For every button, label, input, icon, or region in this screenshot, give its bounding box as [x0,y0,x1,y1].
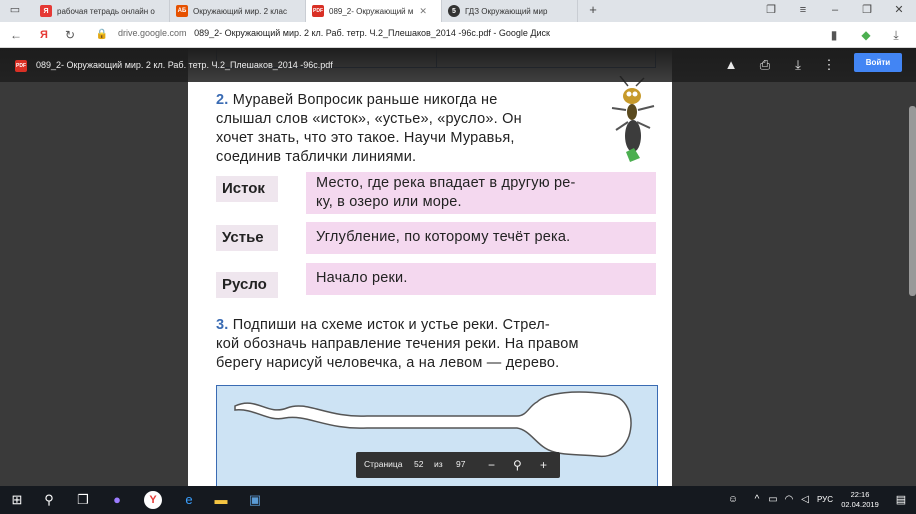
task3-text: Подпиши на схеме исток и устье реки. Стр… [232,317,550,333]
page-label: Страница [364,459,403,469]
language-indicator[interactable]: РУС [814,491,836,509]
page-of: из [434,459,443,469]
clock[interactable]: 22:16 02.04.2019 [836,490,884,510]
definition-2-line-1: Углубление, по которому течёт река. [316,229,571,245]
page-total: 97 [456,459,466,469]
app-icon[interactable]: ▣ [246,491,264,509]
task2-line-3: хочет знать, что это такое. Научи Муравь… [216,130,515,146]
tab-okruzhayushchiy[interactable]: АБ Окружающий мир. 2 клас [170,0,306,22]
zoom-in-icon[interactable]: + [540,458,547,472]
minimize-icon[interactable]: – [828,3,842,17]
definition-1: Место, где река впадает в другую ре- ку,… [306,172,656,214]
download-icon[interactable]: ⤓ [789,56,807,74]
ant-illustration [611,76,655,162]
task-view-icon[interactable]: ❐ [74,491,92,509]
url-domain: drive.google.com [118,28,187,38]
definition-3: Начало реки. [306,263,656,295]
tab-strip: ▭ Я рабочая тетрадь онлайн о АБ Окружающ… [0,0,916,22]
tab-title: Окружающий мир. 2 клас [193,6,287,16]
lock-icon[interactable]: 🔒 [94,27,110,43]
tab-title: ГДЗ Окружающий мир [465,6,548,16]
yandex-logo-icon[interactable]: Я [36,27,52,43]
close-window-icon[interactable]: ✕ [892,3,906,17]
task2-text: Муравей Вопросик раньше никогда не [232,92,498,108]
definition-3-line-1: Начало реки. [316,270,408,286]
close-tab-icon[interactable]: ✕ [419,6,427,17]
print-icon[interactable]: ⎙ [756,56,774,74]
task3-line-3: берегу нарисуй человечка, а на левом — д… [216,355,560,371]
task2-number: 2. [216,92,229,108]
downloads-icon[interactable]: ⤓ [888,27,904,43]
pdf-page: 2. Муравей Вопросик раньше никогда не сл… [188,48,672,486]
task2-line-2: слышал слов «исток», «устье», «русло». О… [216,111,522,127]
alice-icon[interactable]: ● [108,491,126,509]
viewer-header: PDF 089_2- Окружающий мир. 2 кл. Раб. те… [0,48,916,82]
clock-time: 22:16 [850,490,870,499]
zoom-out-icon[interactable]: − [488,458,495,472]
task3-line-1: 3. Подпиши на схеме исток и устье реки. … [216,316,550,335]
task3-number: 3. [216,317,229,333]
ab-icon: АБ [176,5,188,17]
tab-pdf-active[interactable]: PDF 089_2- Окружающий м ✕ [306,0,442,22]
task2-line-1: 2. Муравей Вопросик раньше никогда не [216,91,498,110]
bookmarks-icon[interactable]: ❐ [764,3,778,17]
edge-icon[interactable]: e [180,491,198,509]
file-explorer-icon[interactable]: ▬ [212,491,230,509]
tab-title: 089_2- Окружающий м [329,6,414,16]
gdz-icon: 5 [448,5,460,17]
task3-line-2: кой обозначь направление течения реки. Н… [216,336,579,352]
url-field[interactable]: drive.google.com 089_2- Окружающий мир. … [118,28,550,38]
menu-icon[interactable]: ≡ [796,3,810,17]
new-tab-button[interactable]: + [586,3,600,17]
yandex-icon: Я [40,5,52,17]
page-current[interactable]: 52 [414,459,423,469]
yandex-browser-icon[interactable]: Y [144,491,162,509]
file-title: 089_2- Окружающий мир. 2 кл. Раб. тетр. … [36,60,333,70]
tab-gdz[interactable]: 5 ГДЗ Окружающий мир [442,0,578,22]
zoom-icon[interactable]: ⚲ [513,458,522,472]
clock-date: 02.04.2019 [841,500,879,509]
add-to-drive-icon[interactable]: ▲ [722,56,740,74]
taskbar: ⊞ ⚲ ❐ ● Y e ▬ ▣ ☺ ^ ▭ ◠ ◁ РУС 22:16 02.0… [0,486,916,514]
word-ruslo: Русло [216,272,278,298]
definition-1-line-2: ку, в озеро или море. [316,194,462,210]
tab-title: рабочая тетрадь онлайн о [57,6,155,16]
address-bar: ← Я ↻ 🔒 drive.google.com 089_2- Окружающ… [0,22,916,48]
url-page-title: 089_2- Окружающий мир. 2 кл. Раб. тетр. … [194,28,550,38]
search-icon[interactable]: ⚲ [40,491,58,509]
back-icon[interactable]: ← [8,27,24,43]
extension-icon[interactable]: ◆ [858,27,874,43]
page-navigation: Страница 52 из 97 − ⚲ + [356,452,560,478]
tab-yandex[interactable]: Я рабочая тетрадь онлайн о [34,0,170,22]
volume-icon[interactable]: ◁ [796,491,814,509]
pdf-viewer: 2. Муравей Вопросик раньше никогда не сл… [0,48,916,486]
pdf-icon: PDF [312,5,324,17]
pdf-file-icon: PDF [15,60,27,72]
notifications-icon[interactable]: ▤ [892,491,910,509]
restore-icon[interactable]: ❐ [860,3,874,17]
word-istok: Исток [216,176,278,202]
task2-line-4: соединив таблички линиями. [216,149,417,165]
word-ustye: Устье [216,225,278,251]
tab-overview-icon[interactable]: ▭ [8,3,22,17]
start-icon[interactable]: ⊞ [8,491,26,509]
scrollbar[interactable] [909,106,916,296]
definition-1-line-1: Место, где река впадает в другую ре- [316,175,576,191]
signin-button[interactable]: Войти [854,53,902,72]
bookmark-icon[interactable]: ▮ [826,27,842,43]
refresh-icon[interactable]: ↻ [62,27,78,43]
more-options-icon[interactable]: ⋮ [820,56,838,74]
people-icon[interactable]: ☺ [724,491,742,509]
definition-2: Углубление, по которому течёт река. [306,222,656,254]
